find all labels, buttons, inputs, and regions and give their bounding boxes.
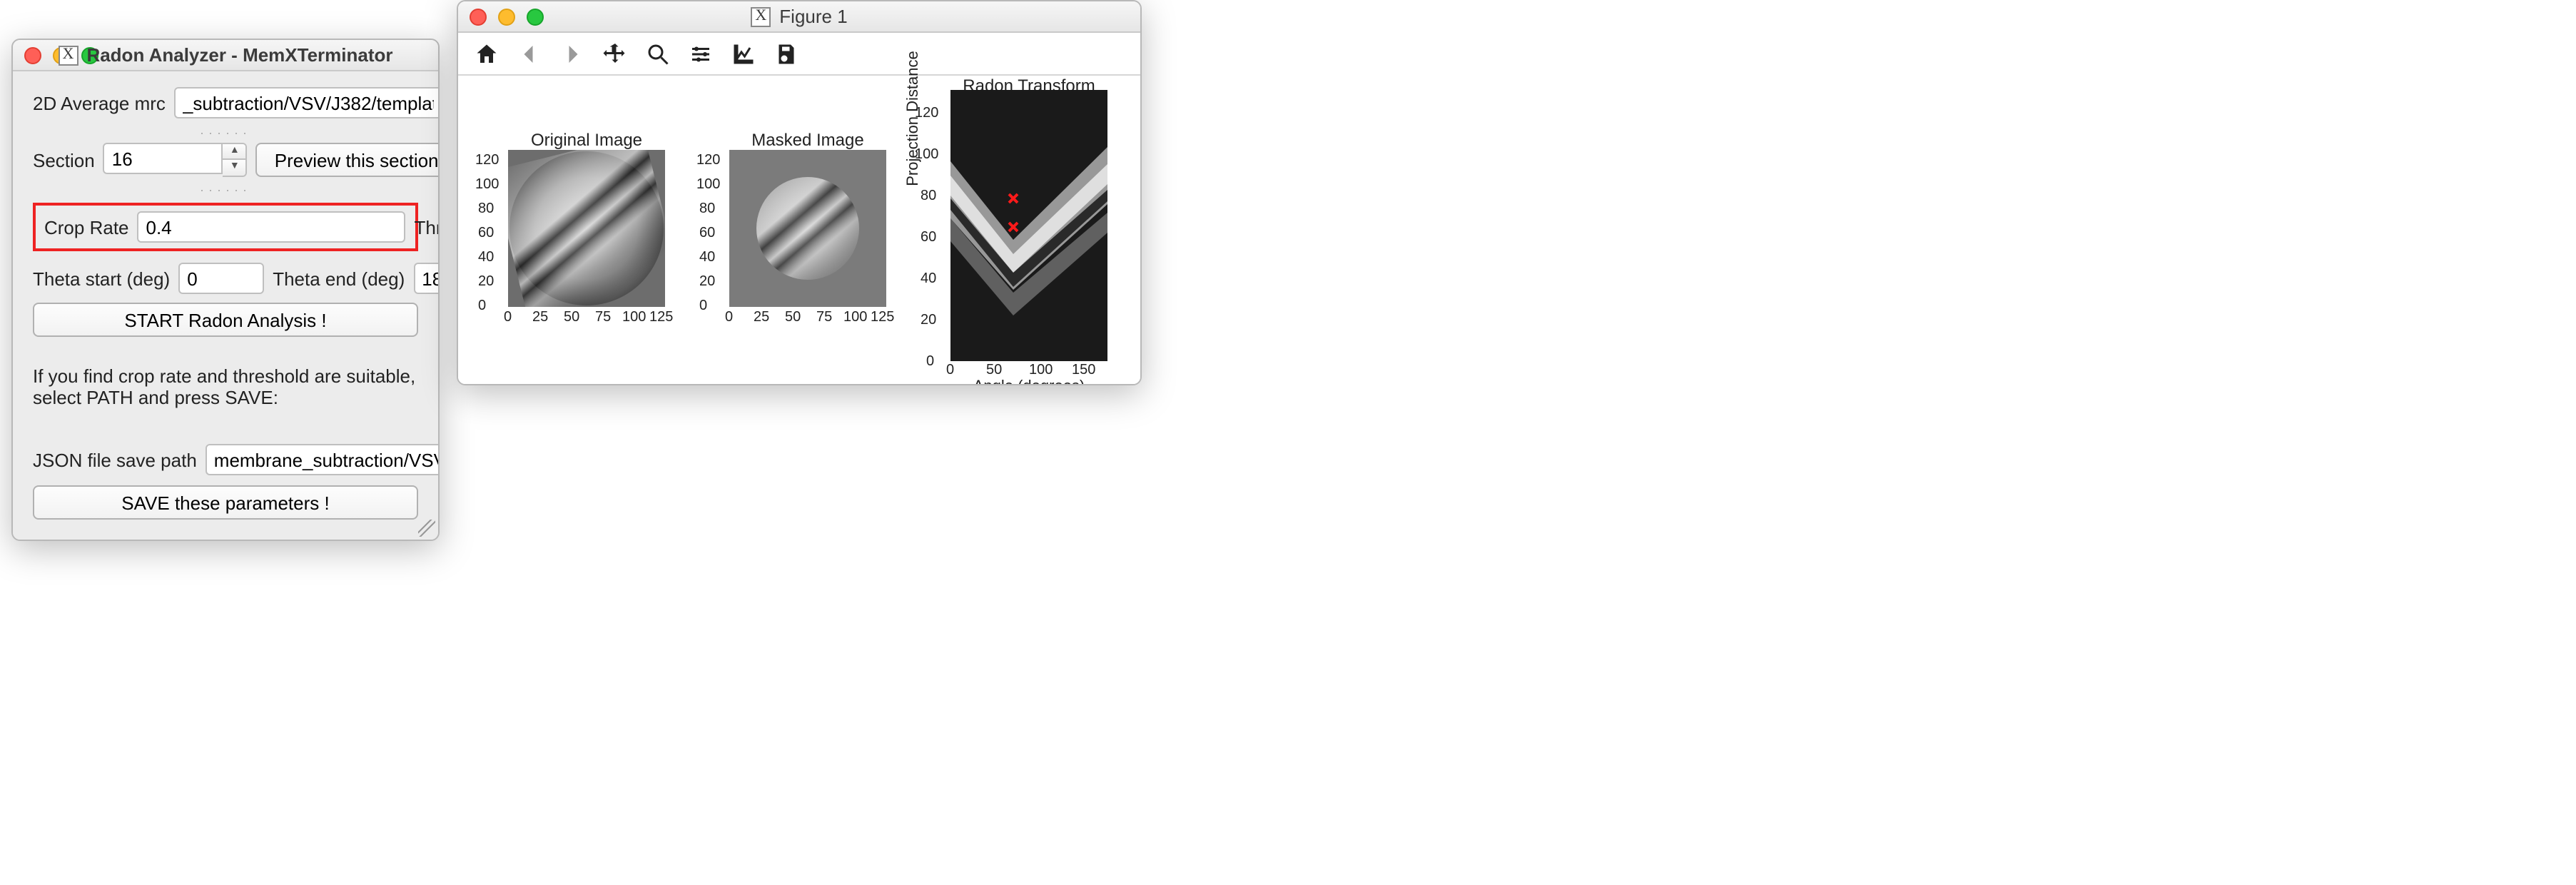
tick: 120 — [696, 153, 720, 168]
back-icon[interactable] — [515, 39, 544, 68]
edit-axes-icon[interactable] — [729, 39, 758, 68]
section-stepper[interactable]: ▲ ▼ — [223, 143, 248, 177]
tick: 80 — [699, 201, 715, 217]
window-controls — [470, 8, 544, 25]
tick: 50 — [986, 363, 1002, 378]
radon-transform-plot — [950, 90, 1107, 361]
original-image-plot — [508, 150, 665, 307]
theta-end-label: Theta end (deg) — [273, 268, 405, 289]
matplotlib-toolbar — [458, 33, 1140, 76]
tick: 0 — [725, 310, 733, 325]
section-input[interactable] — [103, 143, 223, 174]
tick: 40 — [478, 250, 494, 266]
separator: ······ — [33, 128, 418, 140]
forward-icon[interactable] — [558, 39, 587, 68]
start-analysis-button[interactable]: START Radon Analysis ! — [33, 303, 418, 337]
tick: 100 — [1029, 363, 1053, 378]
tick: 40 — [921, 271, 936, 287]
tick: 60 — [478, 226, 494, 241]
tick: 50 — [564, 310, 579, 325]
close-icon[interactable] — [24, 46, 41, 64]
masked-image-plot — [729, 150, 886, 307]
tick: 0 — [699, 298, 707, 314]
radon-analyzer-window: X Radon Analyzer - MemXTerminator 2D Ave… — [11, 39, 440, 541]
tick: 150 — [1072, 363, 1095, 378]
crop-threshold-group: Crop Rate Threshold — [33, 203, 418, 251]
x11-icon: X — [751, 6, 771, 26]
resize-grip-icon[interactable] — [418, 520, 435, 537]
crop-rate-label: Crop Rate — [44, 216, 129, 238]
close-icon[interactable] — [470, 8, 487, 25]
tick: 80 — [478, 201, 494, 217]
json-path-label: JSON file save path — [33, 449, 197, 470]
tick: 0 — [504, 310, 512, 325]
theta-start-input[interactable] — [178, 263, 264, 294]
titlebar[interactable]: X Radon Analyzer - MemXTerminator — [13, 40, 438, 71]
subplot-title-masked: Masked Image — [722, 130, 893, 150]
tick: 100 — [696, 177, 720, 193]
chevron-up-icon[interactable]: ▲ — [223, 144, 246, 160]
preview-section-button[interactable]: Preview this section — [256, 143, 440, 177]
window-controls — [24, 46, 98, 64]
tick: 25 — [754, 310, 769, 325]
minimize-icon[interactable] — [53, 46, 70, 64]
section-label: Section — [33, 149, 95, 171]
avg-mrc-input[interactable] — [174, 87, 440, 118]
save-icon[interactable] — [772, 39, 801, 68]
tick: 20 — [921, 313, 936, 328]
separator: ······ — [33, 186, 418, 197]
window-title: Radon Analyzer - MemXTerminator — [86, 44, 392, 66]
radon-xlabel: Angle (degrees) — [950, 378, 1107, 385]
chevron-down-icon[interactable]: ▼ — [223, 160, 246, 176]
tick: 100 — [843, 310, 867, 325]
save-parameters-button[interactable]: SAVE these parameters ! — [33, 485, 418, 520]
zoom-icon[interactable] — [81, 46, 98, 64]
minimize-icon[interactable] — [498, 8, 515, 25]
tick: 100 — [622, 310, 646, 325]
tick: 0 — [926, 354, 934, 370]
titlebar[interactable]: X Figure 1 — [458, 1, 1140, 33]
tick: 50 — [785, 310, 801, 325]
json-path-input[interactable] — [206, 444, 440, 475]
crop-rate-input[interactable] — [138, 211, 406, 243]
tick: 40 — [699, 250, 715, 266]
pan-icon[interactable] — [601, 39, 629, 68]
tick: 0 — [478, 298, 486, 314]
tick: 125 — [649, 310, 673, 325]
tick: 120 — [475, 153, 499, 168]
tick: 125 — [871, 310, 894, 325]
window-title: Figure 1 — [779, 6, 847, 27]
tick: 25 — [532, 310, 548, 325]
tick: 20 — [478, 274, 494, 290]
save-hint: If you find crop rate and threshold are … — [33, 365, 418, 408]
home-icon[interactable] — [472, 39, 501, 68]
avg-mrc-label: 2D Average mrc — [33, 92, 166, 113]
theta-end-input[interactable] — [413, 263, 440, 294]
tick: 120 — [915, 106, 938, 121]
matplotlib-figure-window: X Figure 1 Original Image — [457, 0, 1142, 385]
zoom-icon[interactable] — [644, 39, 672, 68]
plot-canvas[interactable]: Original Image 0 20 40 60 80 100 120 0 2… — [458, 76, 1140, 385]
tick: 20 — [699, 274, 715, 290]
zoom-icon[interactable] — [527, 8, 544, 25]
configure-subplots-icon[interactable] — [686, 39, 715, 68]
tick: 100 — [475, 177, 499, 193]
tick: 60 — [699, 226, 715, 241]
tick: 0 — [946, 363, 954, 378]
tick: 75 — [595, 310, 611, 325]
tick: 75 — [816, 310, 832, 325]
tick: 60 — [921, 230, 936, 246]
theta-start-label: Theta start (deg) — [33, 268, 170, 289]
subplot-title-original: Original Image — [501, 130, 672, 150]
threshold-label: Threshold — [415, 216, 440, 238]
tick: 80 — [921, 188, 936, 204]
tick: 100 — [915, 147, 938, 163]
